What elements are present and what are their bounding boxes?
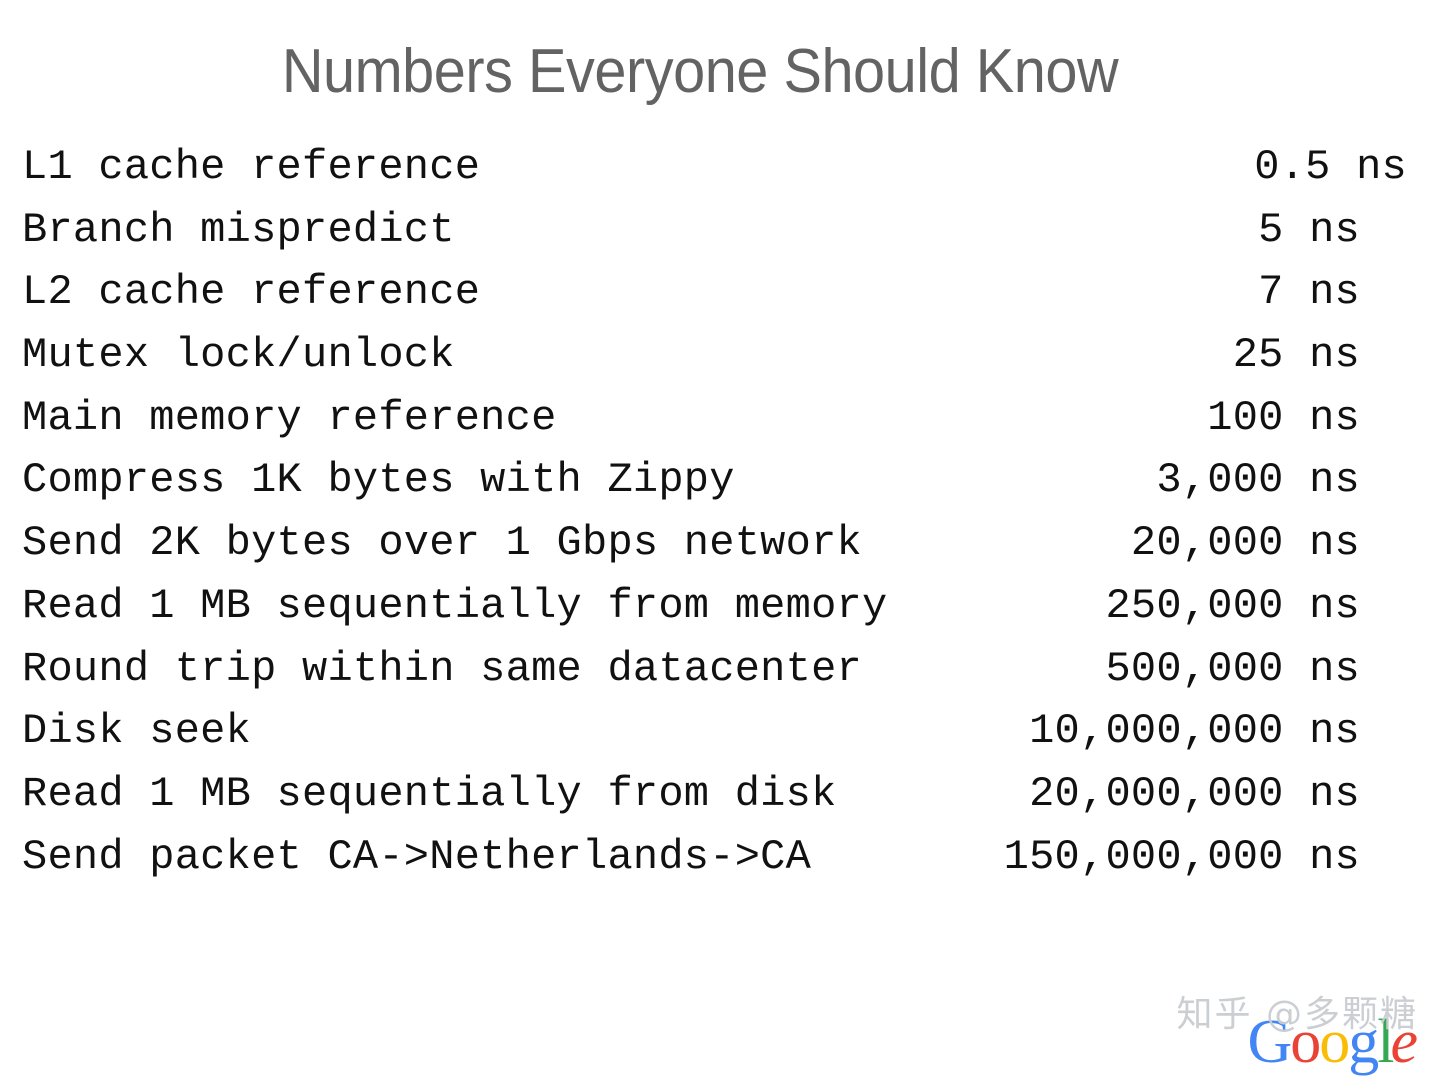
table-row: Round trip within same datacenter 500,000… — [0, 638, 1440, 701]
latency-value: 7 ns — [1258, 268, 1360, 317]
table-row: Send packet CA->Netherlands->CA 150,000,0… — [0, 826, 1440, 889]
latency-value: 10,000,000 ns — [1029, 707, 1360, 756]
latency-value: 0.5 ns — [1254, 143, 1407, 191]
operation-label: Send 2K bytes over 1 Gbps network — [22, 519, 862, 568]
latency-value: 20,000,000 ns — [1029, 769, 1360, 818]
table-row: Send 2K bytes over 1 Gbps network 20,000 … — [0, 512, 1440, 575]
operation-label: L1 cache reference — [22, 143, 481, 191]
operation-label: Round trip within same datacenter — [22, 644, 862, 693]
operation-label: Mutex lock/unlock — [22, 331, 455, 380]
operation-label: Disk seek — [22, 707, 252, 756]
operation-label: Read 1 MB sequentially from memory — [22, 581, 888, 630]
latency-value: 3,000 ns — [1156, 456, 1360, 505]
latency-value: 500,000 ns — [1105, 644, 1360, 693]
latency-table: L1 cache reference 0.5 ns Branch mispredic… — [0, 136, 1440, 888]
table-row: Compress 1K bytes with Zippy 3,000 ns — [0, 449, 1440, 512]
latency-value: 25 ns — [1232, 331, 1360, 380]
latency-value: 5 ns — [1258, 205, 1360, 254]
latency-value: 20,000 ns — [1130, 519, 1360, 568]
operation-label: Read 1 MB sequentially from disk — [22, 769, 837, 818]
latency-value: 150,000,000 ns — [1003, 832, 1360, 881]
table-row: Main memory reference 100 ns — [0, 387, 1440, 450]
table-row: Disk seek 10,000,000 ns — [0, 700, 1440, 763]
table-row: Read 1 MB sequentially from disk 20,000,0… — [0, 763, 1440, 826]
operation-label: Main memory reference — [22, 393, 557, 442]
operation-label: Send packet CA->Netherlands->CA — [22, 832, 812, 881]
table-row: Mutex lock/unlock 25 ns — [0, 324, 1440, 387]
table-row: L1 cache reference 0.5 ns — [0, 136, 1440, 199]
page-title: Numbers Everyone Should Know — [281, 36, 1119, 106]
latency-value: 250,000 ns — [1105, 581, 1360, 630]
footer-branding: 知乎 @多颗糖 Google — [1102, 983, 1432, 1079]
table-row: Read 1 MB sequentially from memory 250,00… — [0, 575, 1440, 638]
latency-value: 100 ns — [1207, 393, 1360, 442]
operation-label: Branch mispredict — [22, 205, 455, 254]
table-row: Branch mispredict 5 ns — [0, 199, 1440, 262]
slide-canvas: Numbers Everyone Should Know L1 cache re… — [0, 0, 1440, 1083]
table-row: L2 cache reference 7 ns — [0, 261, 1440, 324]
operation-label: L2 cache reference — [22, 268, 481, 317]
zhihu-watermark: 知乎 @多颗糖 — [1176, 994, 1418, 1035]
operation-label: Compress 1K bytes with Zippy — [22, 456, 735, 505]
